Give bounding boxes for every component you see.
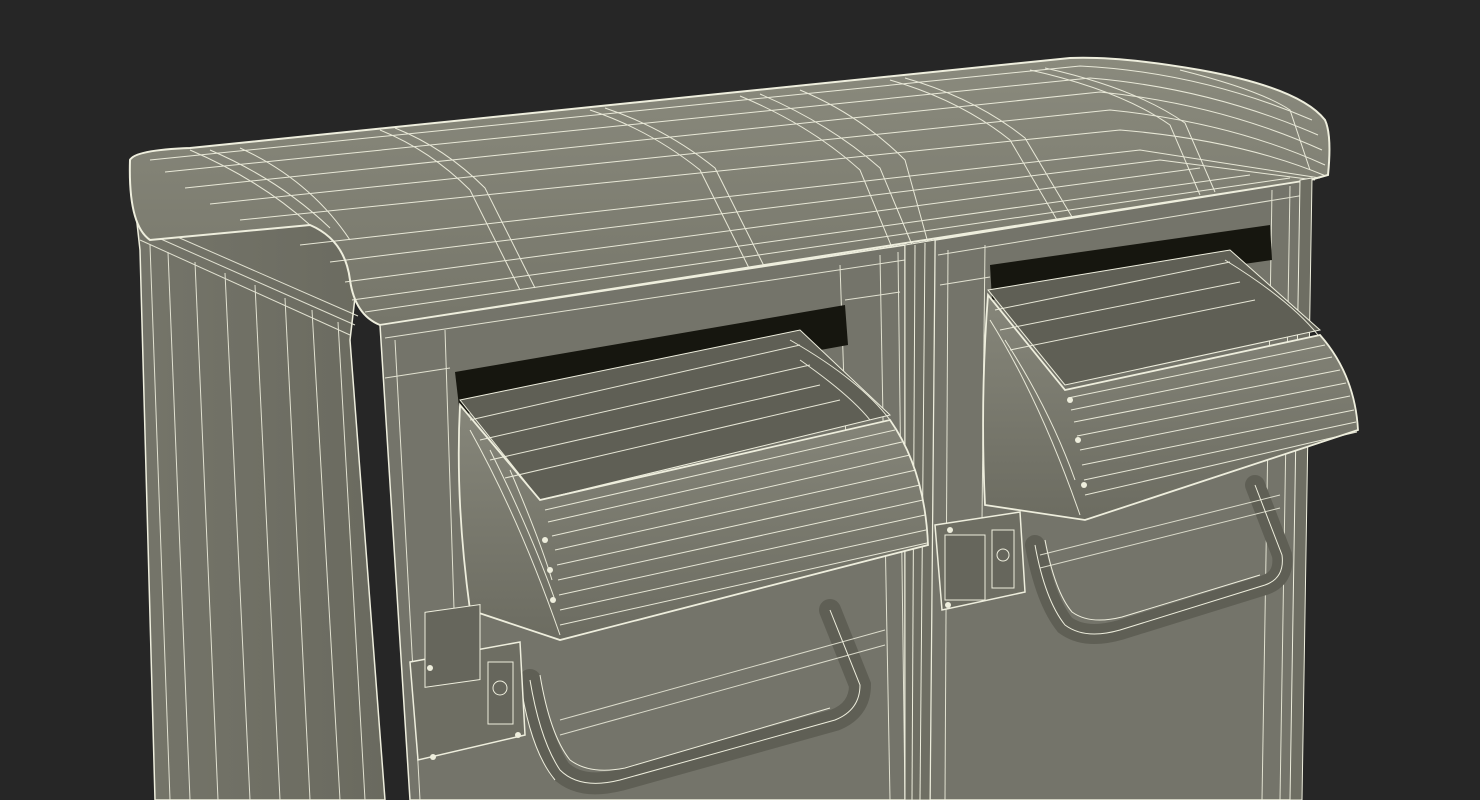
render-viewport <box>0 0 1480 800</box>
right-lock-plate <box>934 511 1026 611</box>
mailbox-render <box>0 0 1480 800</box>
